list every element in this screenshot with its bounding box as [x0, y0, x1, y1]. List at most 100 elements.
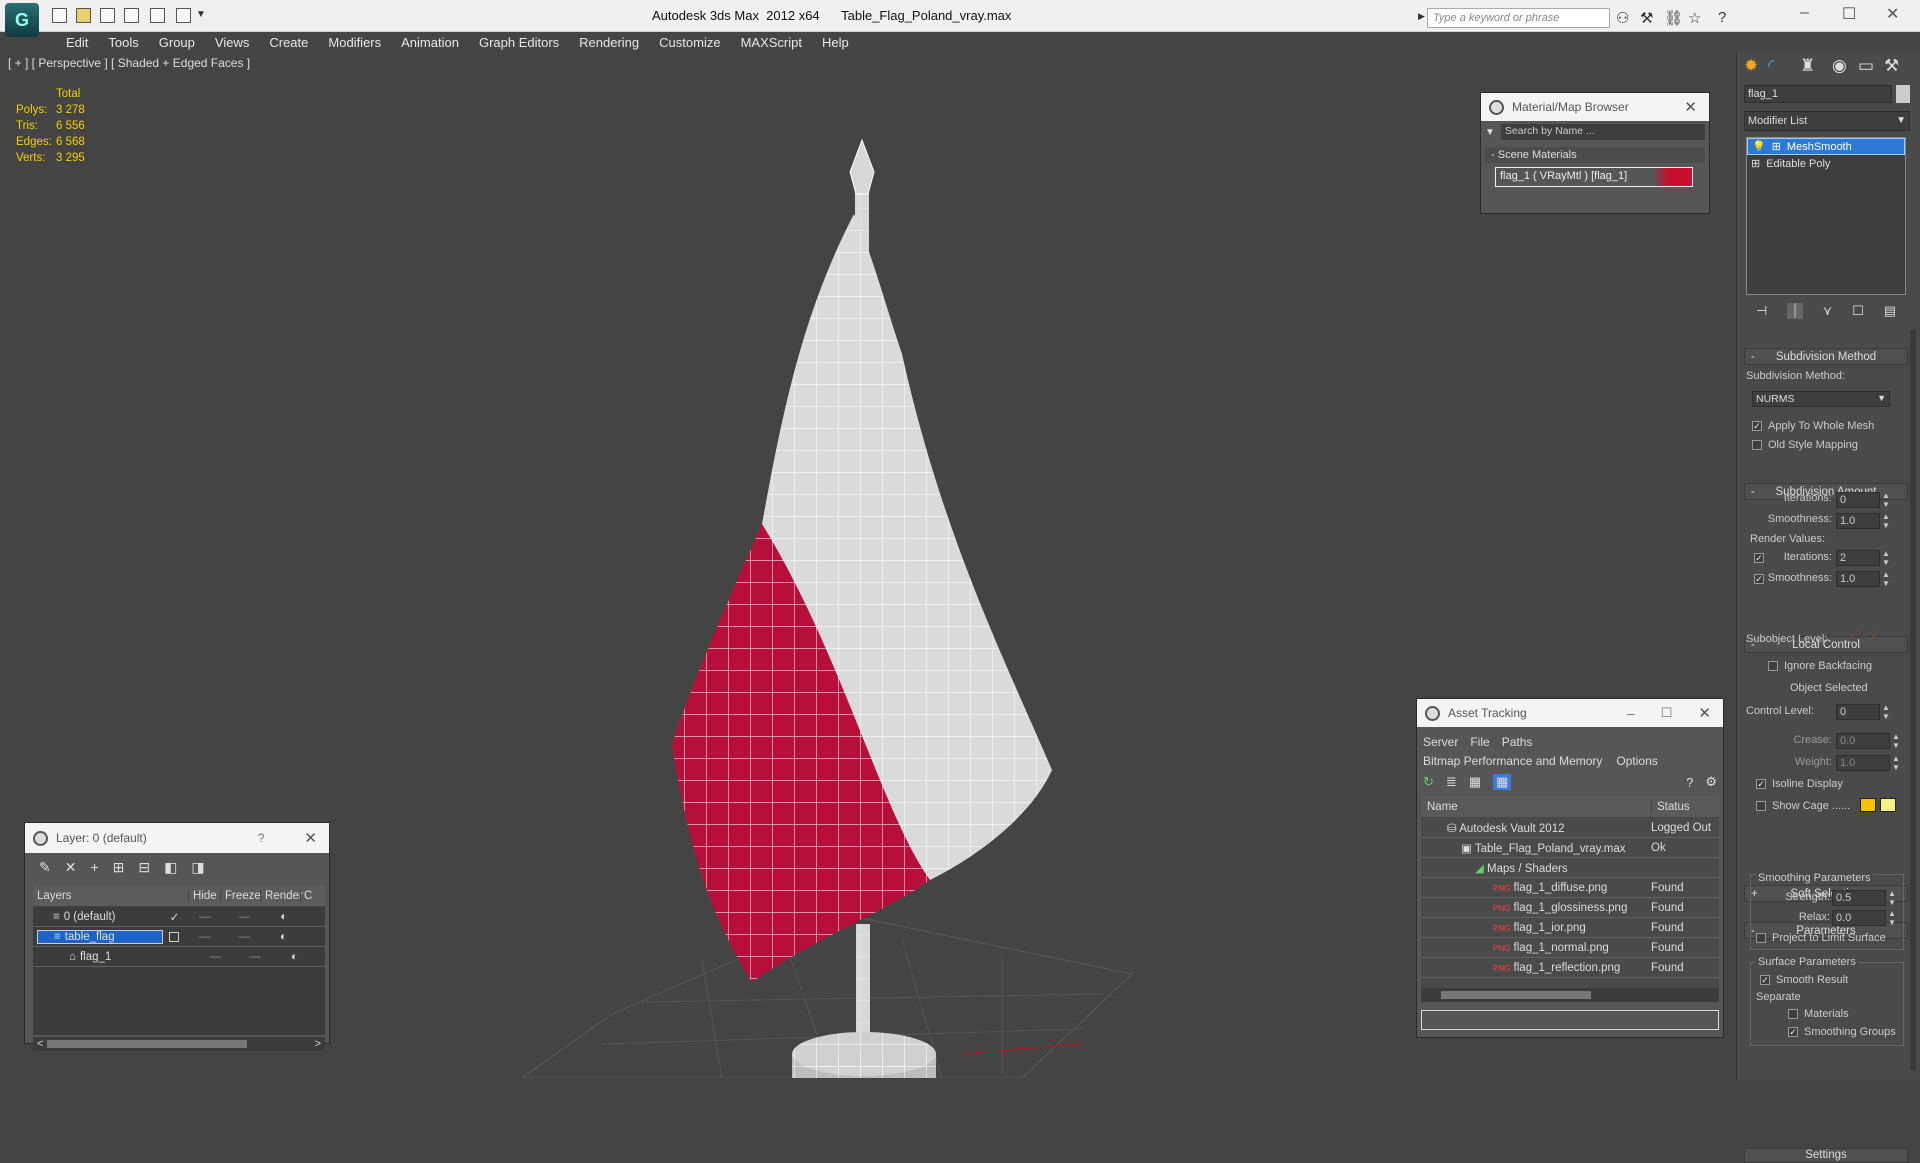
- expand-icon[interactable]: ⊞: [1772, 140, 1781, 153]
- asset-row[interactable]: PNG flag_1_ior.png Found: [1421, 918, 1719, 938]
- separate-materials-option[interactable]: Materials: [1788, 1008, 1849, 1020]
- object-name-field[interactable]: flag_1: [1744, 85, 1892, 103]
- menu-graph-editors[interactable]: Graph Editors: [469, 32, 569, 52]
- hide-toggle[interactable]: —: [210, 951, 222, 963]
- subdivision-method-select[interactable]: NURMS ▼: [1752, 391, 1890, 407]
- scroll-left-button[interactable]: <: [33, 1038, 47, 1050]
- save-file-icon[interactable]: [100, 8, 115, 23]
- menu-views[interactable]: Views: [205, 32, 259, 52]
- display-tab-icon[interactable]: ▭: [1858, 56, 1874, 76]
- col-color[interactable]: C: [300, 889, 312, 902]
- spinner-arrows-icon[interactable]: ▲ ▼: [1888, 909, 1896, 927]
- hide-toggle[interactable]: —: [199, 911, 211, 923]
- refresh-icon[interactable]: ↻: [1423, 774, 1434, 790]
- control-level-spinner[interactable]: 0: [1836, 704, 1880, 720]
- expand-icon[interactable]: ⊞: [1751, 157, 1760, 170]
- asset-path-field[interactable]: [1421, 1010, 1719, 1030]
- command-panel-scrollbar[interactable]: [1910, 330, 1916, 1070]
- rollout-subdivision-method[interactable]: - Subdivision Method: [1744, 348, 1908, 365]
- layer-row-default[interactable]: ≡ 0 (default) ✓ — — ◐: [33, 907, 325, 927]
- bulb-icon[interactable]: 💡: [1752, 140, 1766, 153]
- menu-help[interactable]: Help: [812, 32, 859, 52]
- menu-rendering[interactable]: Rendering: [569, 32, 649, 52]
- apply-whole-mesh-option[interactable]: ✓ Apply To Whole Mesh: [1752, 420, 1874, 432]
- ignore-backfacing-option[interactable]: Ignore Backfacing: [1768, 660, 1872, 672]
- relax-spinner[interactable]: 0.0: [1832, 910, 1886, 926]
- scene-materials-section[interactable]: - Scene Materials: [1485, 147, 1705, 163]
- active-layer-check-icon[interactable]: ✓: [170, 910, 180, 924]
- delete-layer-icon[interactable]: ✕: [65, 859, 77, 876]
- asset-row[interactable]: PNG flag_1_glossiness.png Found: [1421, 898, 1719, 918]
- viewport-label[interactable]: [ + ] [ Perspective ] [ Shaded + Edged F…: [8, 56, 250, 70]
- asset-row[interactable]: PNG flag_1_diffuse.png Found: [1421, 878, 1719, 898]
- spinner-arrows-icon[interactable]: ▲ ▼: [1892, 732, 1900, 750]
- layer-close-icon[interactable]: ✕: [304, 829, 317, 847]
- smoothing-groups-checkbox[interactable]: ✓: [1788, 1027, 1798, 1037]
- material-item-flag1[interactable]: flag_1 ( VRayMtl ) [flag_1]: [1495, 167, 1693, 187]
- modify-tab-icon[interactable]: ◜: [1768, 56, 1775, 76]
- remove-modifier-icon[interactable]: ☐: [1852, 303, 1864, 319]
- communication-center-icon[interactable]: ⛓: [1664, 9, 1683, 27]
- asset-minimize-button[interactable]: –: [1627, 705, 1635, 721]
- material-browser-close-icon[interactable]: ✕: [1684, 98, 1697, 116]
- col-layers[interactable]: Layers: [33, 890, 188, 902]
- col-freeze[interactable]: Freeze: [220, 889, 261, 902]
- motion-tab-icon[interactable]: ◉: [1832, 56, 1847, 76]
- app-logo-icon[interactable]: G: [5, 3, 39, 37]
- asset-row[interactable]: ⛁ Autodesk Vault 2012 Logged Out: [1421, 818, 1719, 838]
- asset-settings-icon[interactable]: ⚙: [1705, 774, 1717, 790]
- scroll-right-button[interactable]: >: [311, 1038, 325, 1050]
- add-selection-icon[interactable]: +: [90, 859, 98, 875]
- render-toggle-icon[interactable]: ◐: [291, 951, 298, 963]
- modifier-list-dropdown[interactable]: Modifier List ▼: [1744, 111, 1910, 131]
- spinner-arrows-icon[interactable]: ▲ ▼: [1882, 512, 1890, 530]
- list-view-icon[interactable]: ≣: [1446, 774, 1457, 790]
- highlight-layer-icon[interactable]: ⊟: [138, 859, 150, 876]
- crease-spinner[interactable]: 0.0: [1836, 733, 1890, 749]
- render-toggle-icon[interactable]: ◐: [280, 931, 287, 943]
- freeze-toggle[interactable]: —: [249, 951, 261, 963]
- menu-customize[interactable]: Customize: [649, 32, 730, 52]
- minimize-button[interactable]: –: [1800, 4, 1809, 22]
- asset-row[interactable]: ▣ Table_Flag_Poland_vray.max Ok: [1421, 838, 1719, 858]
- asset-row[interactable]: PNG flag_1_reflection.png Found: [1421, 958, 1719, 978]
- render-smoothness-spinner[interactable]: 1.0: [1836, 571, 1880, 587]
- menu-create[interactable]: Create: [259, 32, 318, 52]
- material-search-input[interactable]: Search by Name ...: [1500, 124, 1705, 140]
- undo-icon[interactable]: [124, 8, 139, 23]
- new-layer-icon[interactable]: ✎: [39, 859, 51, 876]
- select-objects-icon[interactable]: ⊞: [113, 859, 125, 876]
- asset-menu-file[interactable]: File: [1470, 735, 1489, 749]
- materials-checkbox[interactable]: [1788, 1009, 1798, 1019]
- favorites-star-icon[interactable]: ☆: [1688, 9, 1701, 27]
- ignore-backfacing-checkbox[interactable]: [1768, 661, 1778, 671]
- isoline-display-checkbox[interactable]: ✓: [1756, 779, 1766, 789]
- edge-level-icon[interactable]: ⟋: [1870, 628, 1879, 644]
- old-style-mapping-option[interactable]: Old Style Mapping: [1752, 439, 1858, 451]
- apply-whole-mesh-checkbox[interactable]: ✓: [1752, 421, 1762, 431]
- spinner-arrows-icon[interactable]: ▲ ▼: [1882, 703, 1890, 721]
- separate-smoothing-groups-option[interactable]: ✓ Smoothing Groups: [1788, 1026, 1896, 1038]
- weight-spinner[interactable]: 1.0: [1836, 755, 1890, 771]
- active-layer-box[interactable]: [169, 931, 179, 942]
- smoothness-spinner[interactable]: 1.0: [1836, 513, 1880, 529]
- maximize-button[interactable]: ☐: [1842, 4, 1856, 24]
- grid-view-icon[interactable]: ▦: [1493, 774, 1512, 790]
- layer-row-table-flag[interactable]: ≡ table_flag — — ◐: [33, 927, 325, 947]
- browser-options-icon[interactable]: ▼: [1485, 127, 1495, 138]
- create-tab-icon[interactable]: ✹: [1744, 56, 1758, 76]
- project-to-limit-checkbox[interactable]: [1756, 933, 1766, 943]
- menu-tools[interactable]: Tools: [98, 32, 148, 52]
- redo-icon[interactable]: [150, 8, 165, 23]
- show-cage-checkbox[interactable]: [1756, 801, 1766, 811]
- asset-col-status[interactable]: Status: [1651, 800, 1690, 813]
- asset-scroll-thumb[interactable]: [1441, 991, 1591, 999]
- old-style-mapping-checkbox[interactable]: [1752, 440, 1762, 450]
- cage-color-swatch-1[interactable]: [1860, 798, 1876, 812]
- menu-modifiers[interactable]: Modifiers: [318, 32, 391, 52]
- asset-col-name[interactable]: Name: [1421, 801, 1651, 813]
- rollout-settings[interactable]: Settings: [1744, 1148, 1908, 1163]
- strength-spinner[interactable]: 0.5: [1832, 890, 1886, 906]
- asset-menu-paths[interactable]: Paths: [1502, 735, 1533, 749]
- smooth-result-option[interactable]: ✓ Smooth Result: [1760, 974, 1848, 986]
